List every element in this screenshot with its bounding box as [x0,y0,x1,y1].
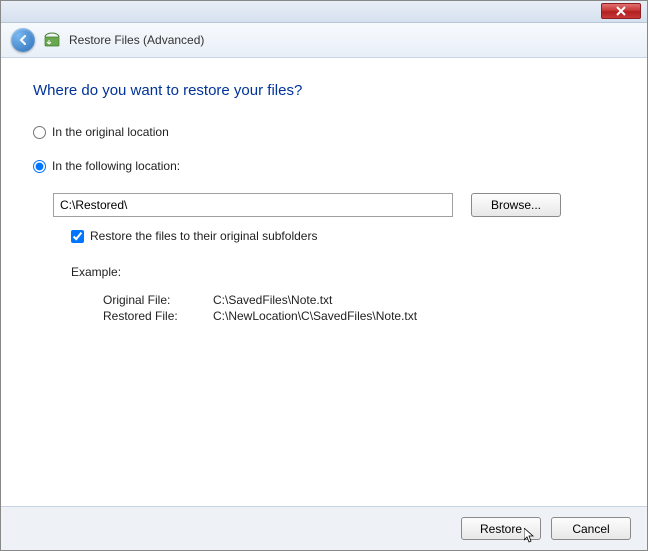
content-area: Where do you want to restore your files?… [1,58,647,506]
example-original-label: Original File: [103,293,213,307]
example-restored-label: Restored File: [103,309,213,323]
browse-button[interactable]: Browse... [471,193,561,217]
subfolders-checkbox-row[interactable]: Restore the files to their original subf… [71,229,615,243]
back-button[interactable] [11,28,35,52]
restore-icon [43,31,61,49]
example-original-value: C:\SavedFiles\Note.txt [213,293,332,307]
close-button[interactable] [601,3,641,19]
path-row: Browse... [53,193,615,217]
restore-button[interactable]: Restore [461,517,541,540]
radio-following-input[interactable] [33,160,46,173]
subfolders-label: Restore the files to their original subf… [90,229,317,243]
back-arrow-icon [16,33,30,47]
page-heading: Where do you want to restore your files? [33,82,615,99]
radio-original-input[interactable] [33,126,46,139]
radio-following-location[interactable]: In the following location: [33,159,615,173]
path-input[interactable] [53,193,453,217]
restore-button-label: Restore [480,522,522,536]
example-grid: Original File: C:\SavedFiles\Note.txt Re… [103,293,615,323]
radio-following-label: In the following location: [52,159,180,173]
cursor-icon [524,528,536,544]
subfolders-checkbox[interactable] [71,230,84,243]
titlebar [1,1,647,23]
radio-original-label: In the original location [52,125,169,139]
example-heading: Example: [71,265,615,279]
wizard-title: Restore Files (Advanced) [69,33,204,47]
close-icon [615,6,627,16]
footer: Restore Cancel [1,506,647,550]
example-restored-value: C:\NewLocation\C\SavedFiles\Note.txt [213,309,417,323]
wizard-header: Restore Files (Advanced) [1,23,647,58]
cancel-button[interactable]: Cancel [551,517,631,540]
radio-original-location[interactable]: In the original location [33,125,615,139]
